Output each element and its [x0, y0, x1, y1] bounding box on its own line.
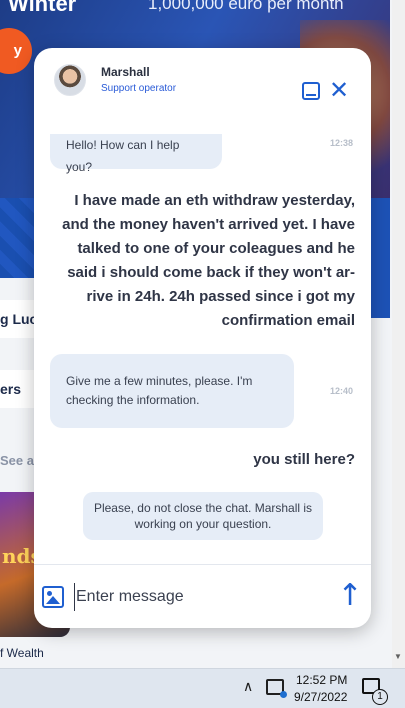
see-all-link[interactable]: See a	[0, 453, 34, 468]
operator-name: Marshall	[101, 65, 150, 79]
hero-cta-button[interactable]: y	[0, 28, 32, 74]
operator-message-line: Give me a few minutes, please. I'm	[66, 374, 253, 388]
user-message-line: and the money haven't arrived yet. I hav…	[62, 216, 355, 233]
scroll-down-arrow-icon[interactable]: ▼	[394, 652, 402, 661]
message-input[interactable]	[74, 583, 324, 611]
operator-message: Hello! How can I help you?	[50, 134, 222, 174]
minimize-chat-button[interactable]	[302, 82, 320, 100]
user-message-line: rive in 24h. 24h passed since i got my	[86, 288, 355, 305]
system-notice-line: working on your question.	[134, 517, 272, 531]
chat-header: Marshall Support operator ✕	[34, 48, 371, 134]
message-time: 12:40	[330, 386, 354, 396]
operator-message: Give me a few minutes, please. I'm check…	[50, 354, 294, 428]
user-message: I have made an eth withdraw yesterday, a…	[62, 189, 355, 333]
clock-time[interactable]: 12:52 PM	[296, 673, 347, 687]
os-taskbar: ∧ 12:52 PM 9/27/2022 1	[0, 668, 405, 708]
operator-avatar	[54, 64, 86, 96]
send-arrow-icon[interactable]: ↑	[334, 579, 366, 613]
close-chat-button[interactable]: ✕	[328, 78, 350, 104]
decorative-pattern-right	[370, 198, 390, 318]
show-hidden-icons-chevron-icon[interactable]: ∧	[243, 678, 253, 695]
clock-date[interactable]: 9/27/2022	[294, 690, 347, 704]
notification-count-badge: 1	[372, 689, 388, 705]
game-name: f Wealth	[0, 646, 44, 660]
user-message-line: said i should come back if they won't ar…	[67, 264, 355, 281]
network-icon[interactable]	[266, 679, 287, 698]
user-message-line: confirmation email	[221, 312, 355, 329]
hero-subtitle: 1,000,000 euro per month	[148, 0, 344, 13]
operator-role: Support operator	[101, 83, 177, 94]
attach-image-icon[interactable]	[42, 586, 64, 608]
message-composer: ↑	[34, 564, 371, 628]
page-scrollbar[interactable]	[392, 0, 405, 668]
operator-message-line: checking the information.	[66, 393, 200, 407]
support-chat-window: Marshall Support operator ✕ Hello! How c…	[34, 48, 371, 628]
user-message: you still here?	[253, 451, 355, 468]
user-message-line: I have made an eth withdraw yesterday,	[74, 192, 355, 209]
system-notice-line: Please, do not close the chat. Marshall …	[93, 501, 313, 515]
hero-title: Winter	[8, 0, 77, 16]
user-message-line: talked to one of your coleagues and he	[77, 240, 355, 257]
system-notice: Please, do not close the chat. Marshall …	[83, 492, 323, 540]
message-time: 12:38	[330, 138, 354, 148]
